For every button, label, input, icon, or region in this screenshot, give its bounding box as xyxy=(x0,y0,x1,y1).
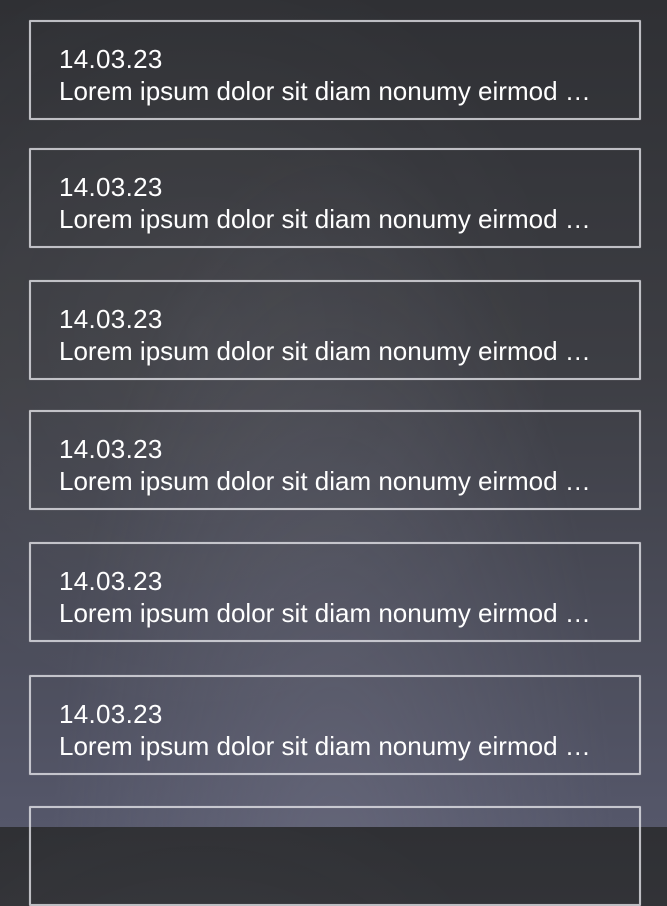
list-item[interactable] xyxy=(29,806,641,906)
note-text: Lorem ipsum dolor sit diam nonumy eirmod… xyxy=(59,466,591,496)
note-date: 14.03.23 xyxy=(59,434,163,464)
list-item[interactable]: 14.03.23 Lorem ipsum dolor sit diam nonu… xyxy=(29,542,641,642)
chalkboard-list: 14.03.23 Lorem ipsum dolor sit diam nonu… xyxy=(0,0,667,906)
note-text: Lorem ipsum dolor sit diam nonumy eirmod… xyxy=(59,336,591,366)
note-text: Lorem ipsum dolor sit diam nonumy eirmod… xyxy=(59,598,591,628)
note-text: Lorem ipsum dolor sit diam nonumy eirmod… xyxy=(59,731,591,761)
note-text: Lorem ipsum dolor sit diam nonumy eirmod… xyxy=(59,204,591,234)
note-date: 14.03.23 xyxy=(59,699,163,729)
note-date: 14.03.23 xyxy=(59,304,163,334)
list-item[interactable]: 14.03.23 Lorem ipsum dolor sit diam nonu… xyxy=(29,20,641,120)
note-date: 14.03.23 xyxy=(59,172,163,202)
list-item[interactable]: 14.03.23 Lorem ipsum dolor sit diam nonu… xyxy=(29,410,641,510)
note-date: 14.03.23 xyxy=(59,566,163,596)
note-text: Lorem ipsum dolor sit diam nonumy eirmod… xyxy=(59,76,591,106)
list-item[interactable]: 14.03.23 Lorem ipsum dolor sit diam nonu… xyxy=(29,148,641,248)
list-item[interactable]: 14.03.23 Lorem ipsum dolor sit diam nonu… xyxy=(29,675,641,775)
note-date: 14.03.23 xyxy=(59,44,163,74)
list-item[interactable]: 14.03.23 Lorem ipsum dolor sit diam nonu… xyxy=(29,280,641,380)
